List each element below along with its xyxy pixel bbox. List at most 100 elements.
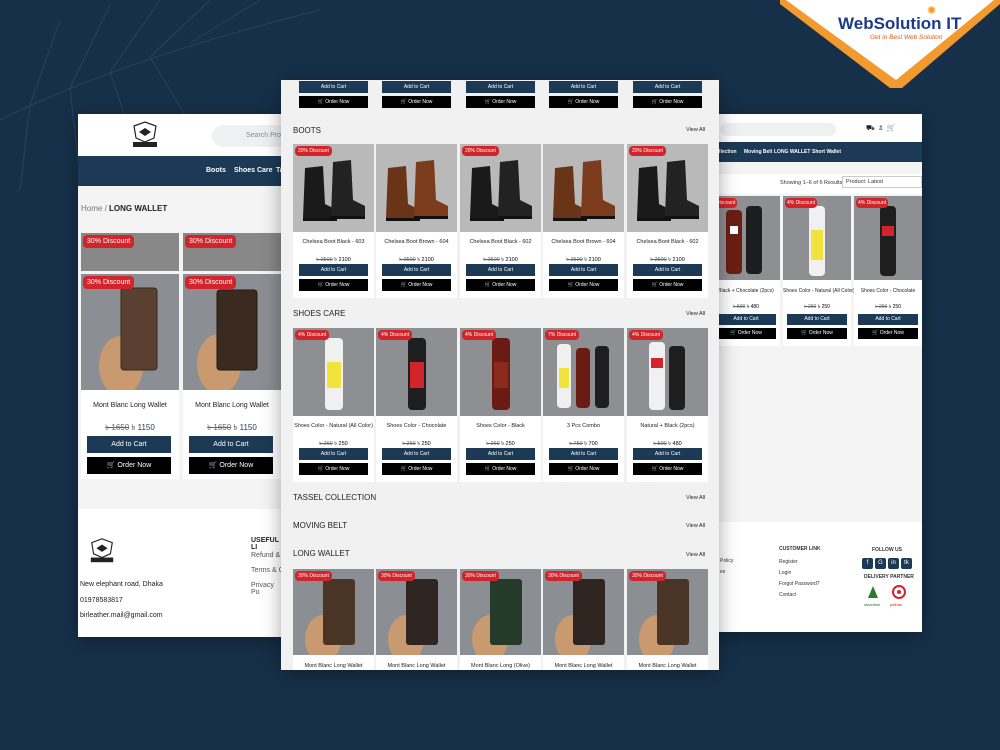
product-image[interactable]: 4% Discount xyxy=(376,328,457,416)
add-to-cart-button[interactable]: Add to Cart xyxy=(549,264,618,276)
footer-link-policy[interactable]: Policy xyxy=(720,558,733,564)
order-now-button[interactable]: 🛒 Order Now xyxy=(633,463,702,475)
breadcrumb-home[interactable]: Home xyxy=(81,204,102,213)
order-now-button[interactable]: 🛒 Order Now xyxy=(466,279,535,291)
add-to-cart-button[interactable]: Add to Cart xyxy=(466,448,535,460)
product-image[interactable]: 4% Discount xyxy=(460,328,541,416)
nav-item-long-wallet[interactable]: LONG WALLET xyxy=(774,149,810,155)
footer-link-contact[interactable]: Contact xyxy=(779,592,796,598)
nav-item-shoes-care[interactable]: Shoes Care xyxy=(234,167,273,174)
order-now-button[interactable]: 🛒 Order Now xyxy=(549,96,618,108)
google-icon[interactable]: G xyxy=(875,558,886,569)
product-title[interactable]: Shoes Color - Natural (All Color) xyxy=(783,288,855,294)
footer-link-refund[interactable]: Refund & xyxy=(251,552,280,559)
order-now-button[interactable]: 🛒 Order Now xyxy=(858,328,918,339)
add-to-cart-button[interactable]: Add to Cart xyxy=(633,81,702,93)
product-image[interactable]: 4% Discount xyxy=(627,328,708,416)
product-title[interactable]: Mont Blanc Long Wallet xyxy=(183,402,281,409)
order-now-button[interactable]: 🛒 Order Now xyxy=(716,328,776,339)
product-title[interactable]: Chelsea Boot Brown - 604 xyxy=(376,239,457,245)
search-input[interactable] xyxy=(720,123,836,136)
product-image[interactable]: 30% Discount xyxy=(627,569,708,655)
footer-link-services[interactable]: es xyxy=(720,569,725,575)
product-title[interactable]: Chelsea Boot Black - 602 xyxy=(627,239,708,245)
add-to-cart-button[interactable]: Add to Cart xyxy=(549,81,618,93)
product-title[interactable]: Mont Blanc Long Wallet xyxy=(293,663,374,669)
product-title[interactable]: Mont Blanc Long Wallet xyxy=(81,402,179,409)
product-title[interactable]: Shoes Color - Chocolate xyxy=(376,423,457,429)
add-to-cart-button[interactable]: Add to Cart xyxy=(633,264,702,276)
nav-item-short-wallet[interactable]: Short Wallet xyxy=(812,149,841,155)
view-all-tassel-link[interactable]: View All xyxy=(686,495,705,501)
product-image[interactable]: 20% Discount xyxy=(627,144,708,232)
add-to-cart-button[interactable]: Add to Cart xyxy=(466,264,535,276)
footer-link-forgot-password[interactable]: Forgot Password? xyxy=(779,581,820,587)
order-now-button[interactable]: 🛒 Order Now xyxy=(299,463,368,475)
search-input[interactable]: Search Pro xyxy=(212,125,284,147)
add-to-cart-button[interactable]: Add to Cart xyxy=(466,81,535,93)
sort-select[interactable]: Product: Latest xyxy=(842,176,922,188)
product-title[interactable]: Black + Chocolate (2pcs) xyxy=(712,288,780,294)
order-now-button[interactable]: 🛒 Order Now xyxy=(382,279,451,291)
product-image[interactable]: 20% Discount xyxy=(293,144,374,232)
add-to-cart-button[interactable]: Add to Cart xyxy=(382,81,451,93)
product-title[interactable]: Mont Blanc Long (Olive) xyxy=(460,663,541,669)
view-all-boots-link[interactable]: View All xyxy=(686,127,705,133)
order-now-button[interactable]: 🛒 Order Now xyxy=(633,279,702,291)
product-title[interactable]: Chelsea Boot Brown - 604 xyxy=(543,239,624,245)
product-image[interactable]: Discount xyxy=(712,196,780,280)
add-to-cart-button[interactable]: Add to Cart xyxy=(549,448,618,460)
product-image[interactable]: 30% Discount xyxy=(81,233,179,271)
product-title[interactable]: Mont Blanc Long Wallet xyxy=(376,663,457,669)
product-image[interactable]: 4% Discount xyxy=(783,196,851,280)
add-to-cart-button[interactable]: Add to Cart xyxy=(299,81,368,93)
order-now-button[interactable]: 🛒 Order Now xyxy=(299,279,368,291)
product-image[interactable]: 4% Discount xyxy=(293,328,374,416)
product-image[interactable] xyxy=(376,144,457,232)
order-now-button[interactable]: 🛒 Order Now xyxy=(466,96,535,108)
view-all-shoes-care-link[interactable]: View All xyxy=(686,311,705,317)
nav-item-tassel-collection[interactable]: ollection xyxy=(716,149,737,155)
footer-email[interactable]: birleather.mail@gmail.com xyxy=(80,612,163,619)
product-title[interactable]: 3 Pcs Combo xyxy=(543,423,624,429)
user-icon[interactable]: ♙ xyxy=(879,125,887,132)
product-image[interactable]: 30% Discount xyxy=(183,233,281,271)
product-image[interactable]: 30% Discount xyxy=(183,274,281,390)
order-now-button[interactable]: 🛒 Order Now xyxy=(382,96,451,108)
tiktok-icon[interactable]: tk xyxy=(901,558,912,569)
order-now-button[interactable]: 🛒 Order Now xyxy=(466,463,535,475)
product-title[interactable]: Chelsea Boot Black - 602 xyxy=(460,239,541,245)
order-now-button[interactable]: 🛒 Order Now xyxy=(299,96,368,108)
add-to-cart-button[interactable]: Add to Cart xyxy=(299,448,368,460)
product-title[interactable]: Mont Blanc Long Wallet xyxy=(627,663,708,669)
add-to-cart-button[interactable]: Add to Cart xyxy=(382,448,451,460)
footer-link-login[interactable]: Login xyxy=(779,570,791,576)
facebook-icon[interactable]: f xyxy=(862,558,873,569)
add-to-cart-button[interactable]: Add to Cart xyxy=(633,448,702,460)
add-to-cart-button[interactable]: Add to Cart xyxy=(858,314,918,325)
order-now-button[interactable]: 🛒 Order Now xyxy=(633,96,702,108)
product-image[interactable]: 7% Discount xyxy=(543,328,624,416)
product-image[interactable] xyxy=(543,144,624,232)
product-title[interactable]: Mont Blanc Long Wallet xyxy=(543,663,624,669)
order-now-button[interactable]: 🛒 Order Now xyxy=(189,457,273,474)
product-title[interactable]: Chelsea Boot Black - 603 xyxy=(293,239,374,245)
order-now-button[interactable]: 🛒 Order Now xyxy=(549,463,618,475)
footer-link-register[interactable]: Register xyxy=(779,559,798,565)
view-all-moving-belt-link[interactable]: View All xyxy=(686,523,705,529)
product-image[interactable]: 30% Discount xyxy=(376,569,457,655)
product-image[interactable]: 30% Discount xyxy=(460,569,541,655)
add-to-cart-button[interactable]: Add to Cart xyxy=(189,436,273,453)
product-title[interactable]: Natural + Black (2pcs) xyxy=(627,423,708,429)
footer-link-terms[interactable]: Terms & C xyxy=(251,567,284,574)
product-image[interactable]: 30% Discount xyxy=(543,569,624,655)
cart-icon[interactable]: 🛒 xyxy=(887,125,900,132)
order-now-button[interactable]: 🛒 Order Now xyxy=(87,457,171,474)
nav-item-boots[interactable]: Boots xyxy=(206,167,226,174)
view-all-long-wallet-link[interactable]: View All xyxy=(686,552,705,558)
product-image[interactable]: 20% Discount xyxy=(460,144,541,232)
footer-phone[interactable]: 01978583817 xyxy=(80,597,123,604)
add-to-cart-button[interactable]: Add to Cart xyxy=(382,264,451,276)
order-now-button[interactable]: 🛒 Order Now xyxy=(787,328,847,339)
add-to-cart-button[interactable]: Add to Cart xyxy=(716,314,776,325)
